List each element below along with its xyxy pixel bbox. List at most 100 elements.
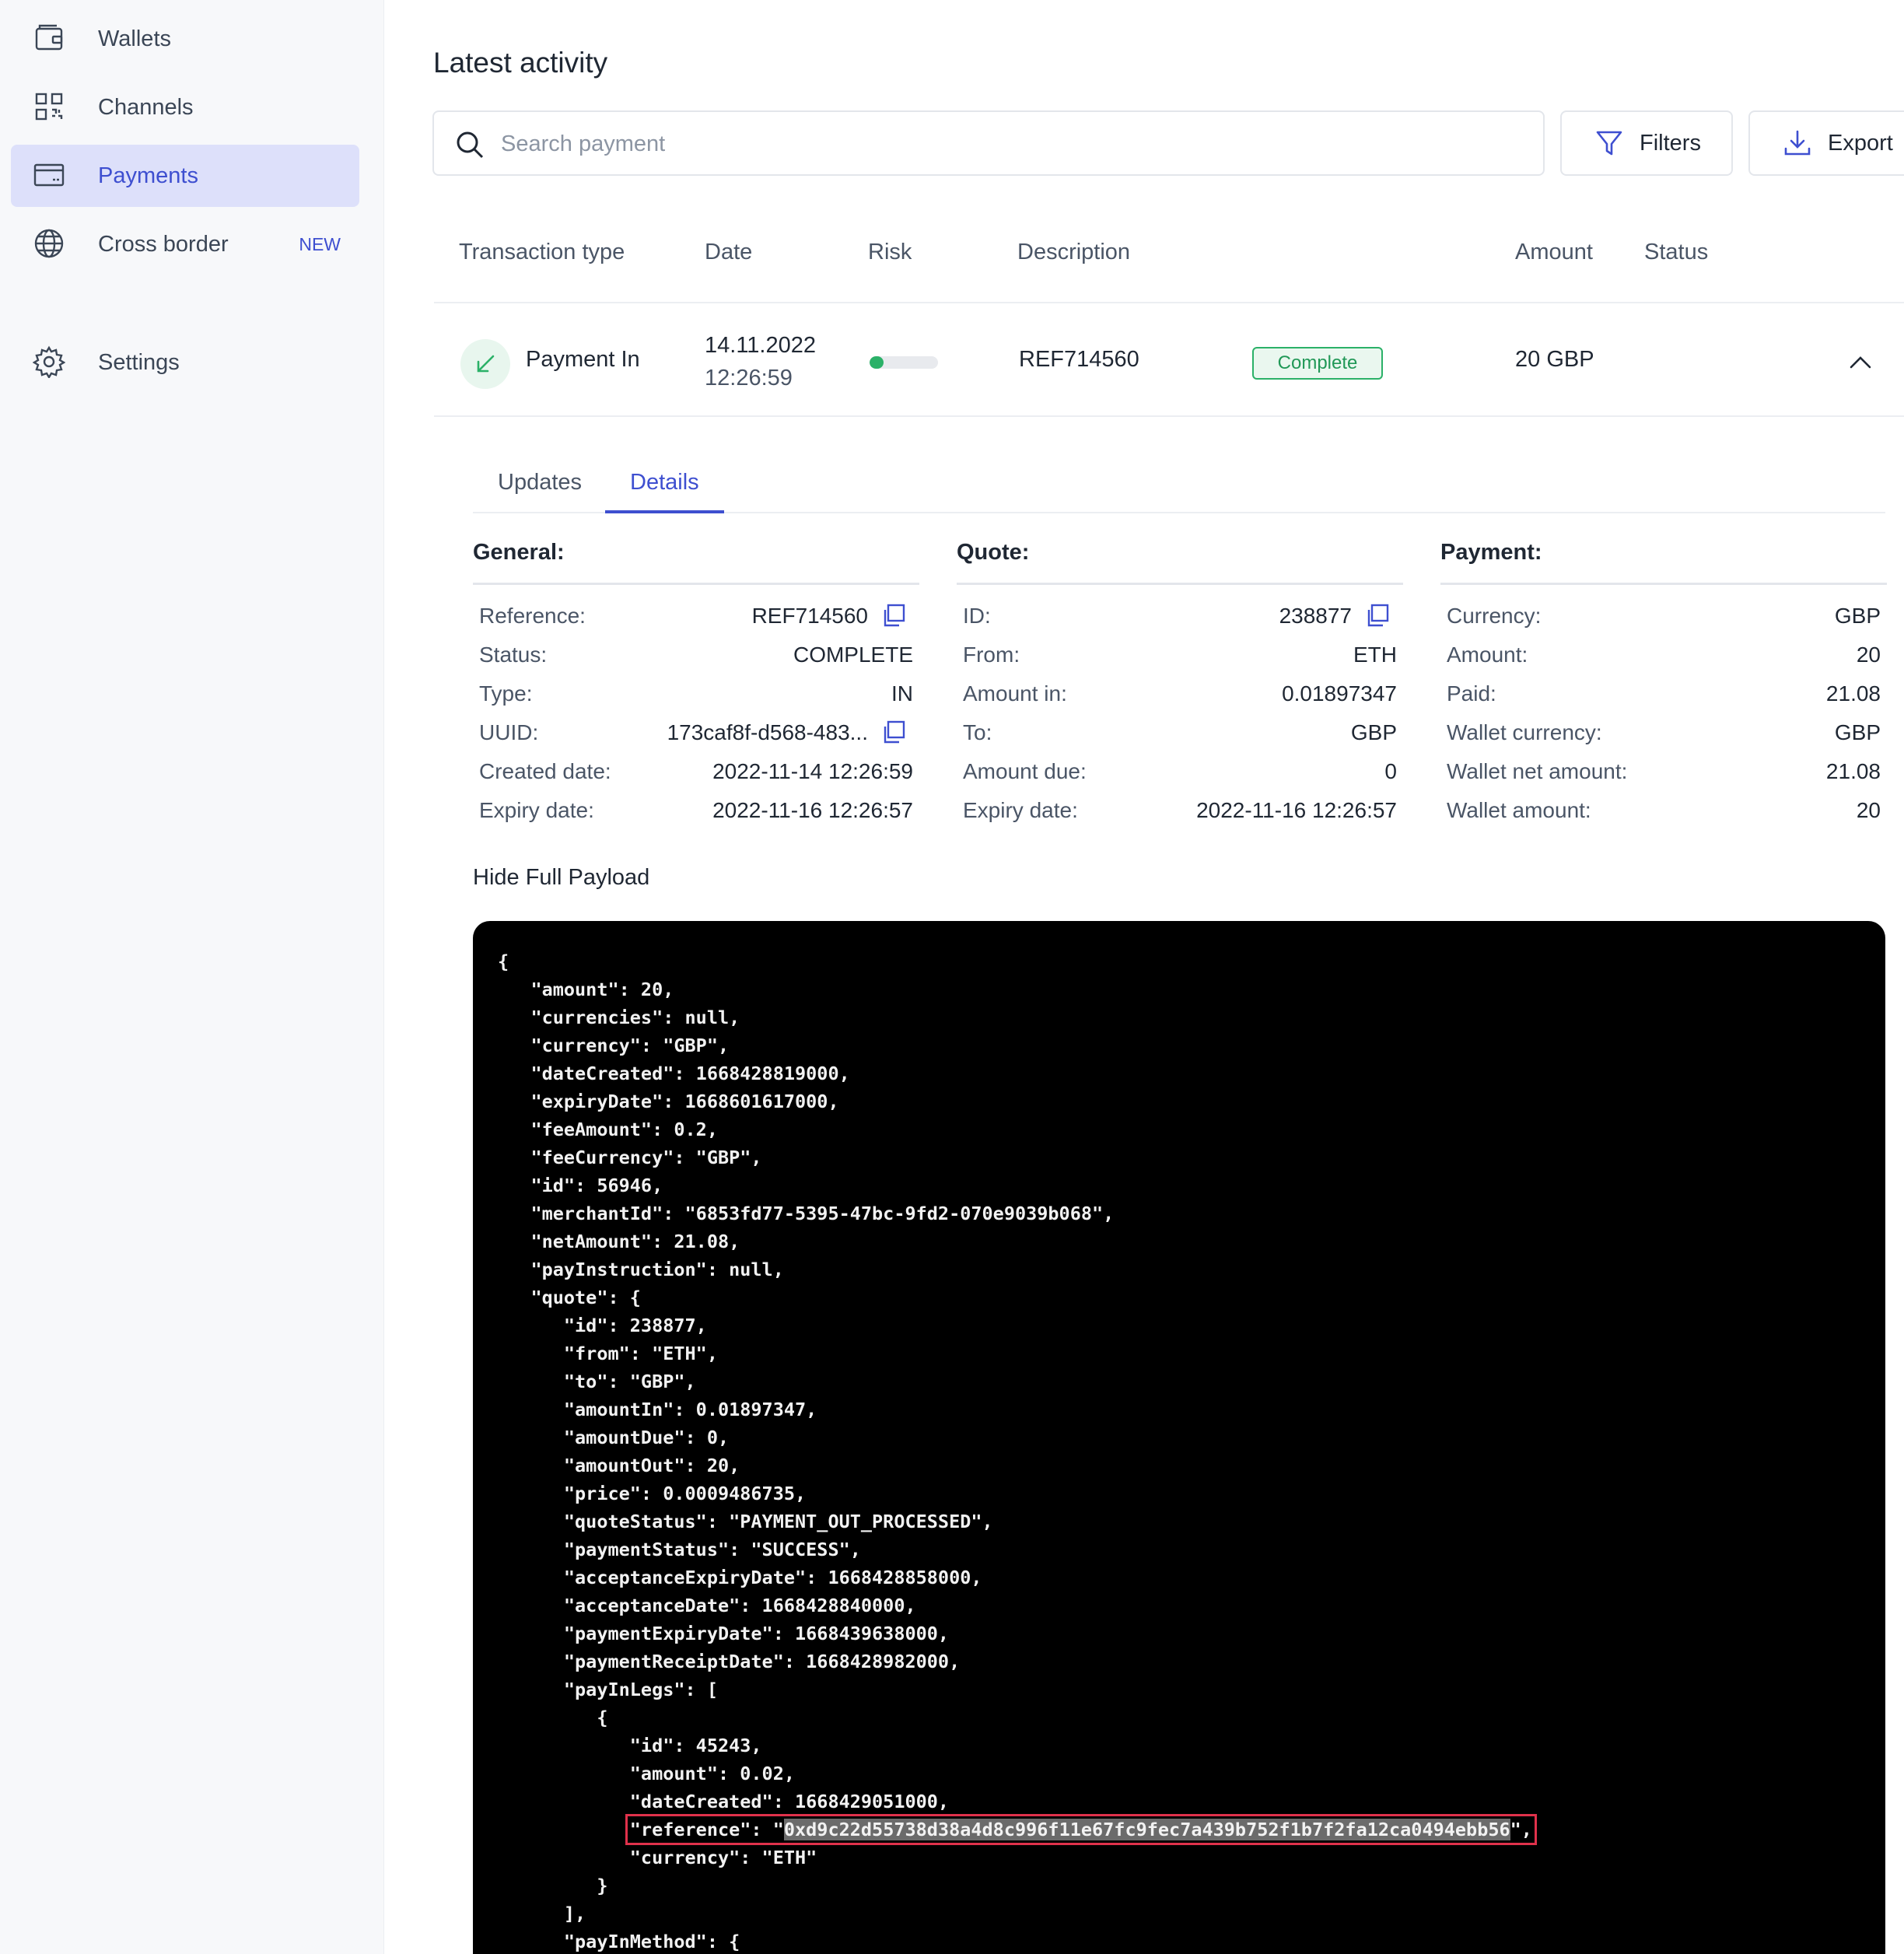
new-badge: NEW [299,234,341,254]
to-value: GBP [1350,720,1397,744]
quote-amount-in-row: Amount in: 0.01897347 [963,681,1397,720]
quote-expiry-row: Expiry date: 2022-11-16 12:26:57 [963,798,1397,837]
general-status-row: Status: COMPLETE [479,643,913,681]
status-value: COMPLETE [793,643,913,667]
sidebar-item-label: Channels [98,95,194,120]
amount-value: 20 [1856,643,1881,667]
payload-code-block[interactable]: { "amount": 20, "currencies": null, "cur… [473,921,1885,1954]
payment-wallet-net-amount-row: Wallet net amount: 21.08 [1447,759,1881,798]
payment-wallet-currency-row: Wallet currency: GBP [1447,720,1881,759]
table-row[interactable]: Payment In 14.11.2022 12:26:59 REF714560… [434,302,1904,417]
transaction-date: 14.11.2022 [705,333,816,358]
reference-value: REF714560 [751,604,868,628]
main-content: Latest activity Filters Export Transacti… [384,0,1904,1954]
amount-in-value: 0.01897347 [1282,681,1397,706]
general-section: General: Reference: REF714560 Status: CO… [473,540,919,822]
quote-amount-due-row: Amount due: 0 [963,759,1397,798]
general-expiry-row: Expiry date: 2022-11-16 12:26:57 [479,798,913,837]
tab-updates[interactable]: Updates [473,448,607,513]
general-uuid-row: UUID: 173caf8f-d568-483... [479,720,913,759]
sidebar-item-cross-border[interactable]: Cross border NEW [11,213,359,275]
reference-suffix: ", [1510,1819,1532,1840]
expiry-value: 2022-11-16 12:26:57 [712,798,913,822]
paid-value: 21.08 [1825,681,1881,706]
transaction-description: REF714560 [1019,347,1139,372]
search-icon [454,129,485,160]
general-reference-row: Reference: REF714560 [479,604,913,643]
payload-lines-after: "currency": "ETH" } ], "payInMethod": { [563,1847,817,1952]
column-header-transaction-type[interactable]: Transaction type [459,240,625,265]
amount-due-value: 0 [1384,759,1397,783]
transaction-time: 12:26:59 [705,366,793,390]
export-label: Export [1828,130,1893,156]
sidebar: Wallets Channels Payments Cross border N… [0,0,384,1954]
payment-currency-row: Currency: GBP [1447,604,1881,643]
export-button[interactable]: Export [1748,110,1904,176]
label: Wallet amount: [1447,798,1591,822]
column-header-date[interactable]: Date [705,240,752,265]
sidebar-item-payments[interactable]: Payments [11,145,359,207]
column-header-description[interactable]: Description [1017,240,1130,265]
label: Status: [479,643,548,667]
payload-json: { "amount": 20, "currencies": null, "cur… [498,947,1537,1954]
sidebar-item-wallets[interactable]: Wallets [11,8,359,70]
sidebar-item-label: Wallets [98,26,171,51]
tab-details[interactable]: Details [605,448,724,513]
label: Expiry date: [479,798,594,822]
quote-to-row: To: GBP [963,720,1397,759]
quote-title: Quote: [957,540,1403,585]
label: Type: [479,681,533,706]
column-header-amount[interactable]: Amount [1515,240,1593,265]
status-badge: Complete [1252,347,1383,380]
chevron-up-icon[interactable] [1845,347,1876,378]
uuid-value: 173caf8f-d568-483... [667,720,868,744]
sidebar-item-settings[interactable]: Settings [11,331,359,394]
label: Amount due: [963,759,1087,783]
sidebar-item-label: Payments [98,163,198,188]
download-icon [1784,130,1811,156]
quote-section: Quote: ID: 238877 From: ETH Amount in: 0… [957,540,1403,822]
transaction-amount: 20 GBP [1515,347,1594,372]
selected-reference-value: 0xd9c22d55738d38a4d8c996f11e67fc9fec7a43… [783,1819,1510,1840]
general-type-row: Type: IN [479,681,913,720]
created-value: 2022-11-14 12:26:59 [712,759,913,783]
detail-tabs: Updates Details [473,448,1885,513]
gear-icon [32,345,66,380]
label: Reference: [479,604,586,628]
quote-id-row: ID: 238877 [963,604,1397,643]
wallet-amount-value: 20 [1856,798,1881,822]
wallet-icon [33,22,65,54]
column-header-risk[interactable]: Risk [868,240,912,265]
quote-id-value: 238877 [1279,604,1352,628]
search-box[interactable] [432,110,1545,176]
filter-icon [1596,131,1622,156]
payment-section: Payment: Currency: GBP Amount: 20 Paid: … [1440,540,1887,822]
label: Currency: [1447,604,1542,628]
label: Expiry date: [963,798,1078,822]
copy-icon[interactable] [1364,602,1391,629]
currency-value: GBP [1834,604,1881,628]
qr-grid-icon [33,90,65,123]
type-value: IN [891,681,913,706]
card-icon [33,159,65,191]
payment-paid-row: Paid: 21.08 [1447,681,1881,720]
label: Paid: [1447,681,1496,706]
payment-title: Payment: [1440,540,1887,585]
copy-icon[interactable] [880,719,907,745]
search-input[interactable] [501,123,1512,165]
sidebar-item-channels[interactable]: Channels [11,76,359,138]
reference-key: "reference": " [629,1819,784,1840]
column-header-status[interactable]: Status [1644,240,1708,265]
hide-full-payload-link[interactable]: Hide Full Payload [473,865,649,891]
general-created-row: Created date: 2022-11-14 12:26:59 [479,759,913,798]
label: ID: [963,604,991,628]
wallet-net-amount-value: 21.08 [1825,759,1881,783]
payment-amount-row: Amount: 20 [1447,643,1881,681]
globe-icon [33,227,65,260]
filters-label: Filters [1640,130,1701,156]
payment-wallet-amount-row: Wallet amount: 20 [1447,798,1881,837]
filters-button[interactable]: Filters [1560,110,1733,176]
payment-in-icon [460,339,510,389]
label: Amount in: [963,681,1067,706]
copy-icon[interactable] [880,602,907,629]
